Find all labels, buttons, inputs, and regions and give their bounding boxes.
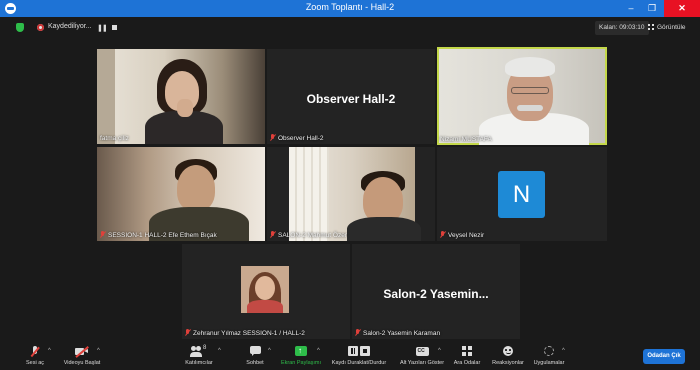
mic-muted-icon	[100, 231, 105, 238]
participant-name: SALON-2 Mahmut Özer	[270, 231, 347, 239]
mic-muted-icon	[270, 231, 275, 238]
recording-label: Kaydediliyor...	[48, 23, 92, 30]
shield-icon[interactable]	[16, 23, 24, 32]
meeting-top-bar: Kaydediliyor... ❚❚ Kalan: 09:03:10 Görün…	[0, 17, 700, 38]
apps-options-caret[interactable]: ^	[562, 348, 565, 354]
view-button[interactable]: Görüntüle	[648, 21, 686, 35]
participant-video	[289, 147, 421, 241]
participant-display-name: Observer Hall-2	[306, 91, 396, 106]
video-off-icon	[75, 346, 89, 358]
record-controls-icon	[348, 346, 370, 357]
pause-recording-icon[interactable]: ❚❚	[97, 24, 108, 32]
apps-icon	[544, 346, 554, 357]
maximize-button[interactable]: ❐	[643, 0, 661, 17]
reactions-button[interactable]: Reaksiyonlar	[490, 343, 526, 366]
close-button[interactable]: ✕	[664, 0, 700, 17]
participant-tile[interactable]: SALON-2 Mahmut Özer	[267, 147, 435, 241]
breakout-rooms-icon	[462, 346, 472, 357]
participant-name: fatma çiliz	[100, 135, 129, 142]
participant-display-name: Salon-2 Yasemin...	[383, 286, 489, 301]
audio-options-caret[interactable]: ^	[48, 348, 51, 354]
breakout-rooms-button[interactable]: Ara Odalar	[452, 343, 482, 366]
participant-video	[97, 147, 265, 241]
participant-video	[97, 49, 265, 144]
participant-tile[interactable]: Zehranur Yılmaz SESSION-1 / HALL-2	[182, 244, 350, 339]
participant-video	[439, 49, 605, 145]
participant-tile[interactable]: Salon-2 Yasemin... Salon-2 Yasemin Karam…	[352, 244, 520, 339]
participant-name: SESSION-1 HALL-2 Efe Ethem Bıçak	[100, 231, 217, 239]
mic-muted-icon	[270, 134, 275, 141]
captions-icon: CC	[415, 346, 429, 357]
participants-count: 8	[203, 345, 207, 351]
window-title: Zoom Toplantı - Hall-2	[305, 2, 395, 12]
title-bar: Zoom Toplantı - Hall-2 – ❐ ✕	[0, 0, 700, 17]
mic-muted-icon	[355, 329, 360, 336]
share-screen-icon: ↑	[295, 346, 307, 357]
meeting-timer: Kalan: 09:03:10	[595, 21, 649, 35]
meeting-toolbar: Sesi aç ^ Videoyu Başlat ^ 8 Katılımcıla…	[0, 343, 700, 370]
participant-tile[interactable]: N Veysel Nezir	[437, 147, 607, 241]
participant-name: Observer Hall-2	[270, 134, 324, 142]
mic-muted-icon	[440, 231, 445, 238]
grid-icon	[648, 24, 654, 30]
participants-button[interactable]: 8 Katılımcılar	[182, 343, 216, 366]
apps-button[interactable]: Uygulamalar	[532, 343, 566, 366]
participants-options-caret[interactable]: ^	[218, 348, 221, 354]
video-options-caret[interactable]: ^	[97, 348, 100, 354]
share-options-caret[interactable]: ^	[317, 348, 320, 354]
reactions-icon	[503, 346, 513, 357]
unmute-button[interactable]: Sesi aç	[20, 343, 50, 366]
participant-tile[interactable]: Observer Hall-2 Observer Hall-2	[267, 49, 435, 144]
start-video-button[interactable]: Videoyu Başlat	[60, 343, 104, 366]
participant-profile-photo	[241, 266, 289, 313]
participant-name: Salon-2 Yasemin Karaman	[355, 329, 440, 337]
captions-options-caret[interactable]: ^	[438, 348, 441, 354]
participants-icon: 8	[190, 345, 207, 357]
participant-name: Zehranur Yılmaz SESSION-1 / HALL-2	[185, 329, 305, 337]
participant-tile[interactable]: SESSION-1 HALL-2 Efe Ethem Bıçak	[97, 147, 265, 241]
mic-off-icon	[30, 346, 40, 357]
participant-tile[interactable]: fatma çiliz	[97, 49, 265, 144]
mic-muted-icon	[185, 329, 190, 336]
share-screen-button[interactable]: ↑ Ekran Paylaşımı	[278, 343, 324, 366]
participant-name: Nizami MUSTAFA	[440, 136, 492, 143]
pause-stop-recording-button[interactable]: Kaydı Duraklat/Durdur	[328, 343, 390, 366]
active-speaker-tile[interactable]: Nizami MUSTAFA	[437, 47, 607, 145]
show-captions-button[interactable]: CC Alt Yazıları Göster	[396, 343, 448, 366]
chat-icon	[249, 346, 261, 357]
stop-recording-icon[interactable]	[112, 25, 117, 30]
chat-button[interactable]: Sohbet	[242, 343, 268, 366]
view-label: Görüntüle	[657, 24, 686, 31]
recording-icon	[37, 24, 44, 31]
leave-meeting-button[interactable]: Odadan Çık	[643, 349, 685, 364]
participant-name: Veysel Nezir	[440, 231, 484, 239]
chat-options-caret[interactable]: ^	[268, 348, 271, 354]
participant-avatar: N	[498, 171, 545, 218]
minimize-button[interactable]: –	[622, 0, 640, 17]
